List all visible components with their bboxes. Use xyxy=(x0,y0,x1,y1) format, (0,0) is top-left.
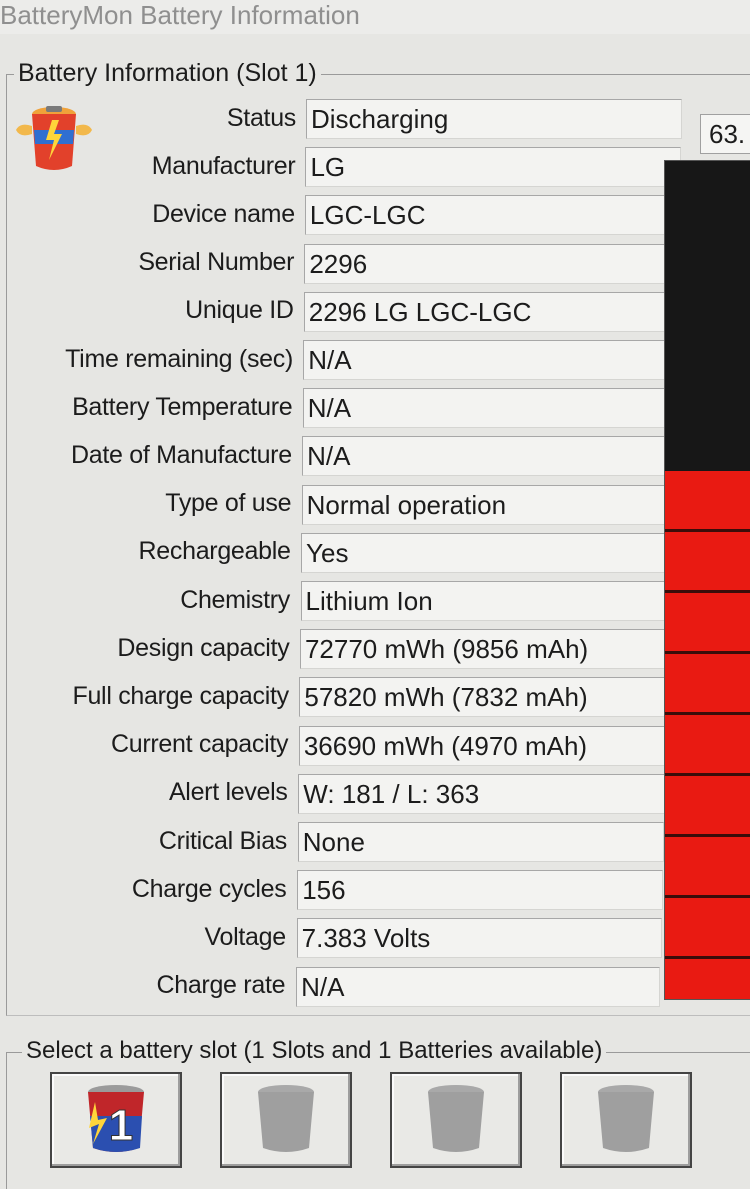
battery-slot-1-icon: 1 xyxy=(88,1085,144,1152)
field-row: Time remaining (sec) N/A xyxy=(0,337,700,381)
field-value[interactable]: 156 xyxy=(297,870,663,911)
field-value[interactable]: 2296 LG LGC-LGC xyxy=(303,291,678,332)
field-value[interactable]: W: 181 / L: 363 xyxy=(298,773,666,814)
field-label: Battery Temperature xyxy=(72,392,293,421)
field-label: Charge rate xyxy=(156,971,286,1000)
charge-percentage: 63. xyxy=(700,114,750,154)
field-label: Device name xyxy=(152,199,295,228)
field-label: Chemistry xyxy=(180,585,290,614)
field-row: Manufacturer LG xyxy=(0,144,700,188)
battery-info-group-title: Battery Information (Slot 1) xyxy=(14,58,321,88)
slot-button-4[interactable] xyxy=(560,1072,692,1168)
window-title: BatteryMon Battery Information xyxy=(0,0,750,34)
field-label: Date of Manufacture xyxy=(70,440,292,469)
field-value[interactable]: N/A xyxy=(303,340,676,380)
field-value[interactable]: 36690 mWh (4970 mAh) xyxy=(298,725,667,766)
field-label: Alert levels xyxy=(168,778,288,807)
field-value[interactable]: LGC-LGC xyxy=(304,195,680,236)
field-row: Type of use Normal operation xyxy=(0,482,700,526)
field-row: Alert levels W: 181 / L: 363 xyxy=(0,771,700,815)
field-row: Serial Number 2296 xyxy=(0,241,700,285)
slot-button-2[interactable] xyxy=(220,1072,352,1168)
field-label: Time remaining (sec) xyxy=(65,344,293,373)
field-row: Current capacity 36690 mWh (4970 mAh) xyxy=(0,723,700,767)
field-label: Full charge capacity xyxy=(72,681,289,710)
field-row: Charge cycles 156 xyxy=(0,867,700,911)
field-value[interactable]: N/A xyxy=(296,966,661,1007)
field-label: Current capacity xyxy=(110,730,289,759)
battery-slot-empty-icon xyxy=(428,1085,484,1152)
field-row: Device name LGC-LGC xyxy=(0,192,700,236)
field-row: Chemistry Lithium Ion xyxy=(0,578,700,622)
field-value[interactable]: 7.383 Volts xyxy=(296,918,662,959)
field-value[interactable]: None xyxy=(297,822,664,862)
field-row: Status Discharging xyxy=(0,96,700,140)
field-label: Manufacturer xyxy=(151,151,296,180)
battery-slot-empty-icon xyxy=(598,1085,654,1152)
field-value[interactable]: Discharging xyxy=(306,99,682,139)
field-value[interactable]: Normal operation xyxy=(301,484,673,525)
field-value[interactable]: 57820 mWh (7832 mAh) xyxy=(299,677,668,718)
field-row: Design capacity 72770 mWh (9856 mAh) xyxy=(0,626,700,670)
charge-meter-fill xyxy=(665,471,750,999)
field-value[interactable]: N/A xyxy=(302,436,674,477)
field-value[interactable]: Lithium Ion xyxy=(300,581,670,621)
field-row: Critical Bias None xyxy=(0,819,700,863)
field-label: Design capacity xyxy=(117,633,290,662)
field-row: Rechargeable Yes xyxy=(0,530,700,574)
field-label: Unique ID xyxy=(185,296,294,325)
field-row: Date of Manufacture N/A xyxy=(0,433,700,477)
field-value[interactable]: 72770 mWh (9856 mAh) xyxy=(299,629,669,670)
field-row: Voltage 7.383 Volts xyxy=(0,915,700,959)
field-label: Charge cycles xyxy=(131,874,287,903)
field-label: Status xyxy=(226,103,296,132)
field-row: Unique ID 2296 LG LGC-LGC xyxy=(0,289,700,333)
field-row: Battery Temperature N/A xyxy=(0,385,700,429)
field-value[interactable]: 2296 xyxy=(304,243,679,284)
field-row: Full charge capacity 57820 mWh (7832 mAh) xyxy=(0,674,700,718)
field-value[interactable]: N/A xyxy=(302,388,675,429)
field-label: Critical Bias xyxy=(158,826,287,855)
slot-number: 1 xyxy=(109,1101,133,1150)
field-label: Rechargeable xyxy=(138,537,291,566)
field-value[interactable]: LG xyxy=(305,147,681,188)
field-label: Type of use xyxy=(165,489,292,518)
field-label: Voltage xyxy=(204,922,287,951)
slot-select-title: Select a battery slot (1 Slots and 1 Bat… xyxy=(22,1036,607,1066)
field-label: Serial Number xyxy=(138,248,295,277)
field-row: Charge rate N/A xyxy=(0,964,700,1008)
slot-button-1[interactable]: 1 xyxy=(50,1072,182,1168)
battery-slot-empty-icon xyxy=(258,1085,314,1152)
field-value[interactable]: Yes xyxy=(301,532,672,573)
charge-meter xyxy=(664,160,750,1000)
slot-button-3[interactable] xyxy=(390,1072,522,1168)
